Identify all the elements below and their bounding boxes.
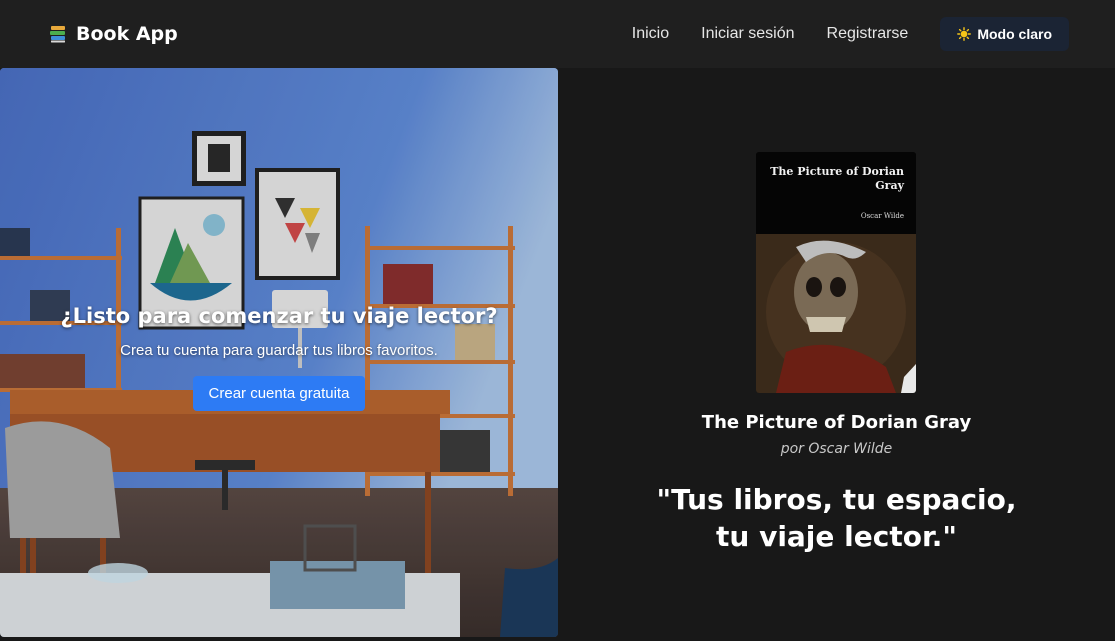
light-mode-label: Modo claro — [977, 26, 1052, 42]
navbar: Book App Inicio Iniciar sesión Registrar… — [0, 0, 1115, 68]
book-author: por Oscar Wilde — [780, 441, 893, 457]
nav-link-registrarse[interactable]: Registrarse — [827, 25, 909, 43]
light-mode-button[interactable]: Modo claro — [940, 17, 1069, 51]
book-title: The Picture of Dorian Gray — [701, 412, 972, 433]
nav-links: Inicio Iniciar sesión Registrarse Modo c… — [632, 17, 1069, 51]
hero-title: ¿Listo para comenzar tu viaje lector? — [60, 304, 498, 328]
sun-icon — [957, 27, 972, 41]
hero-subtitle: Crea tu cuenta para guardar tus libros f… — [120, 342, 438, 359]
cover-title: The Picture of Dorian Gray — [770, 165, 904, 192]
brand-link[interactable]: Book App — [48, 23, 178, 45]
books-icon — [48, 24, 68, 44]
cover-author: Oscar Wilde — [860, 212, 904, 220]
featured-book-panel: The Picture of Dorian Gray Oscar Wilde T… — [558, 68, 1115, 641]
nav-link-iniciar-sesion[interactable]: Iniciar sesión — [701, 25, 794, 43]
hero-content: ¿Listo para comenzar tu viaje lector? Cr… — [0, 304, 558, 411]
tagline-quote: "Tus libros, tu espacio, tu viaje lector… — [656, 483, 1017, 553]
nav-link-inicio[interactable]: Inicio — [632, 25, 669, 43]
create-account-button[interactable]: Crear cuenta gratuita — [192, 376, 366, 411]
hero-banner: ¿Listo para comenzar tu viaje lector? Cr… — [0, 68, 558, 637]
book-cover[interactable]: The Picture of Dorian Gray Oscar Wilde — [756, 152, 916, 393]
brand-name: Book App — [76, 23, 178, 45]
